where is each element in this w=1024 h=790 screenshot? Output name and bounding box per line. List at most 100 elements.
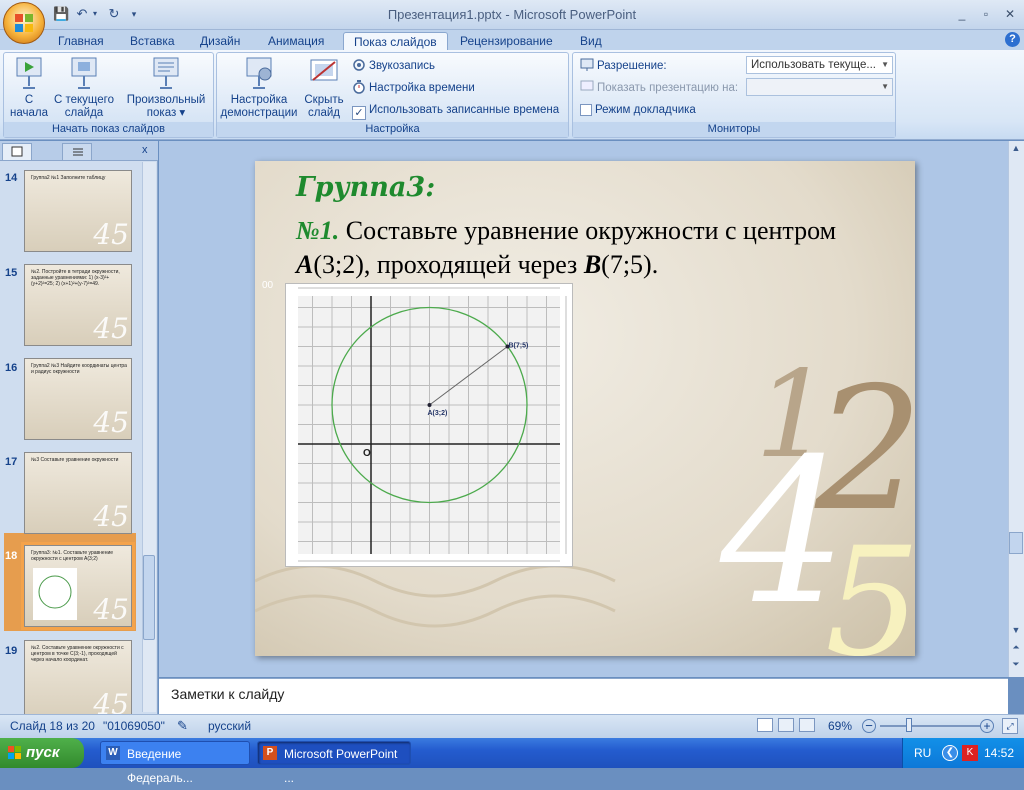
from-current-label2: слайда bbox=[64, 107, 104, 119]
taskbar-item-word[interactable]: Введение Федераль... bbox=[100, 741, 250, 785]
hide-slide-button[interactable]: Скрыть слайд bbox=[302, 56, 346, 120]
tab-review[interactable]: Рецензирование bbox=[450, 32, 563, 51]
point-a: A bbox=[296, 250, 314, 279]
tab-home[interactable]: Главная bbox=[48, 32, 114, 51]
start-label: пуск bbox=[26, 744, 60, 761]
zoom-slider[interactable] bbox=[880, 725, 980, 727]
task-label: Введение Федераль... bbox=[127, 747, 193, 785]
thumbnail-text: Группа2 №1 Заполните таблицу bbox=[31, 175, 106, 181]
monitor-icon bbox=[580, 80, 594, 94]
microphone-icon bbox=[352, 58, 366, 72]
point-b: B bbox=[583, 250, 602, 279]
taskbar-item-powerpoint[interactable]: Microsoft PowerPoint ... bbox=[257, 741, 411, 785]
slides-scroll-thumb[interactable] bbox=[143, 555, 155, 640]
slide-task-text[interactable]: №1. Составьте уравнение окружности с цен… bbox=[296, 214, 856, 282]
maximize-button[interactable]: ▫ bbox=[974, 5, 998, 23]
slideshow-view-icon[interactable] bbox=[799, 718, 815, 732]
thumbnail-decor: 45 bbox=[93, 312, 129, 345]
coordinate-plane: O A(3;2) B(7;5) bbox=[298, 287, 567, 562]
record-narration-button[interactable]: Звукозапись bbox=[352, 57, 435, 75]
scroll-up-icon[interactable]: ▲ bbox=[1009, 143, 1023, 157]
tray-back-icon[interactable]: ❮ bbox=[942, 745, 958, 761]
slide-thumbnail[interactable]: №2. Постройте в тетради окружности, зада… bbox=[24, 264, 132, 346]
slide-thumbnail[interactable]: Группа2 №3 Найдите координаты центра и р… bbox=[24, 358, 132, 440]
zoom-in-icon[interactable]: + bbox=[980, 719, 994, 733]
zoom-slider-thumb[interactable] bbox=[906, 718, 912, 732]
decor-digit: 5 bbox=[825, 516, 915, 656]
slide-heading[interactable]: Группа3: bbox=[296, 172, 435, 203]
custom-show-label: Произвольный bbox=[126, 94, 206, 106]
language-indicator[interactable]: русский bbox=[208, 719, 251, 733]
hide-slide-icon bbox=[308, 56, 340, 90]
slide-thumbnail-selected[interactable]: Группа3: №1. Составьте уравнение окружно… bbox=[21, 542, 135, 630]
hide-slide-label2: слайд bbox=[308, 107, 340, 119]
slide-thumbnail[interactable]: №2. Составьте уравнение окружности с цен… bbox=[24, 640, 132, 722]
rehearse-timings-label: Настройка времени bbox=[369, 82, 475, 94]
help-icon[interactable]: ? bbox=[1005, 32, 1020, 47]
group-label: Настройка bbox=[217, 122, 568, 137]
rehearse-timings-button[interactable]: Настройка времени bbox=[352, 79, 475, 97]
tab-slides[interactable] bbox=[2, 143, 32, 160]
record-narration-label: Звукозапись bbox=[369, 60, 436, 72]
office-button[interactable] bbox=[3, 2, 45, 44]
minimize-button[interactable]: _ bbox=[950, 5, 974, 23]
coord-a: (3;2), проходящей через bbox=[313, 250, 584, 279]
slide-thumbnail[interactable]: №3 Составьте уравнение окружности 45 bbox=[24, 452, 132, 534]
tab-insert[interactable]: Вставка bbox=[120, 32, 185, 51]
slide-scrollbar[interactable] bbox=[1008, 141, 1024, 677]
presenter-view-label: Режим докладчика bbox=[595, 104, 696, 116]
scroll-down-icon[interactable]: ▼ bbox=[1009, 625, 1023, 639]
tab-outline[interactable] bbox=[62, 143, 92, 160]
close-button[interactable]: ✕ bbox=[998, 5, 1022, 23]
slide-sorter-icon[interactable] bbox=[778, 718, 794, 732]
use-timings-checkbox[interactable]: ✓ Использовать записанные времена bbox=[352, 101, 560, 120]
window-title: Презентация1.pptx - Microsoft PowerPoint bbox=[387, 7, 637, 22]
close-pane-icon[interactable]: x bbox=[142, 144, 148, 156]
from-current-button[interactable]: С текущего слайда bbox=[52, 56, 116, 120]
setup-show-button[interactable]: Настройка демонстрации bbox=[220, 56, 298, 120]
slide-small-mark: 00 bbox=[262, 280, 274, 291]
from-current-label: С текущего bbox=[53, 94, 114, 106]
fit-to-window-icon[interactable]: ⤢ bbox=[1002, 718, 1018, 734]
tab-animation[interactable]: Анимация bbox=[258, 32, 334, 51]
next-slide-icon[interactable]: ⏷ bbox=[1009, 659, 1023, 673]
checkbox-unchecked-icon bbox=[580, 104, 592, 116]
from-beginning-button[interactable]: С начала bbox=[7, 56, 51, 120]
zoom-level[interactable]: 69% bbox=[828, 719, 852, 733]
thumbnail-decor: 45 bbox=[93, 500, 129, 533]
presenter-view-checkbox[interactable]: Режим докладчика bbox=[580, 101, 696, 119]
notes-pane[interactable]: Заметки к слайду bbox=[159, 678, 1008, 714]
office-logo-icon bbox=[15, 14, 33, 32]
word-icon: W bbox=[106, 746, 120, 760]
custom-show-button[interactable]: Произвольный показ ▾ bbox=[122, 56, 210, 120]
use-timings-label: Использовать записанные времена bbox=[369, 104, 560, 116]
tab-design[interactable]: Дизайн bbox=[190, 32, 250, 51]
language-tray[interactable]: RU bbox=[914, 746, 931, 760]
custom-show-icon bbox=[150, 56, 182, 90]
zoom-out-icon[interactable]: − bbox=[862, 719, 876, 733]
antivirus-icon[interactable]: K bbox=[962, 745, 978, 761]
circle-graph-image[interactable]: O A(3;2) B(7;5) bbox=[285, 283, 573, 567]
slide-number: 16 bbox=[5, 362, 18, 374]
prev-slide-icon[interactable]: ⏶ bbox=[1009, 642, 1023, 656]
group-label: Начать показ слайдов bbox=[4, 122, 213, 137]
show-on-label: Показать презентацию на: bbox=[580, 79, 738, 97]
custom-show-label2: показ ▾ bbox=[146, 107, 186, 119]
coord-b: (7;5). bbox=[601, 250, 659, 279]
slideshow-start-icon bbox=[13, 56, 45, 90]
resolution-dropdown[interactable]: Использовать текуще... ▼ bbox=[746, 56, 893, 74]
resolution-label-text: Разрешение: bbox=[597, 60, 667, 72]
show-on-dropdown[interactable]: ▼ bbox=[746, 78, 893, 96]
task-text-1: Составьте уравнение окружности с центром bbox=[339, 216, 837, 245]
tab-slideshow[interactable]: Показ слайдов bbox=[343, 32, 448, 51]
normal-view-icon[interactable] bbox=[757, 718, 773, 732]
slideshow-current-icon bbox=[68, 56, 100, 90]
windows-logo-icon bbox=[8, 746, 22, 760]
scroll-thumb[interactable] bbox=[1009, 532, 1023, 554]
tab-view[interactable]: Вид bbox=[570, 32, 612, 51]
theme-name: "01069050" bbox=[103, 719, 165, 733]
spellcheck-icon[interactable]: ✎ bbox=[177, 718, 188, 734]
slide-number: 15 bbox=[5, 267, 18, 279]
slide-thumbnail[interactable]: Группа2 №1 Заполните таблицу 45 bbox=[24, 170, 132, 252]
monitor-icon bbox=[580, 58, 594, 72]
